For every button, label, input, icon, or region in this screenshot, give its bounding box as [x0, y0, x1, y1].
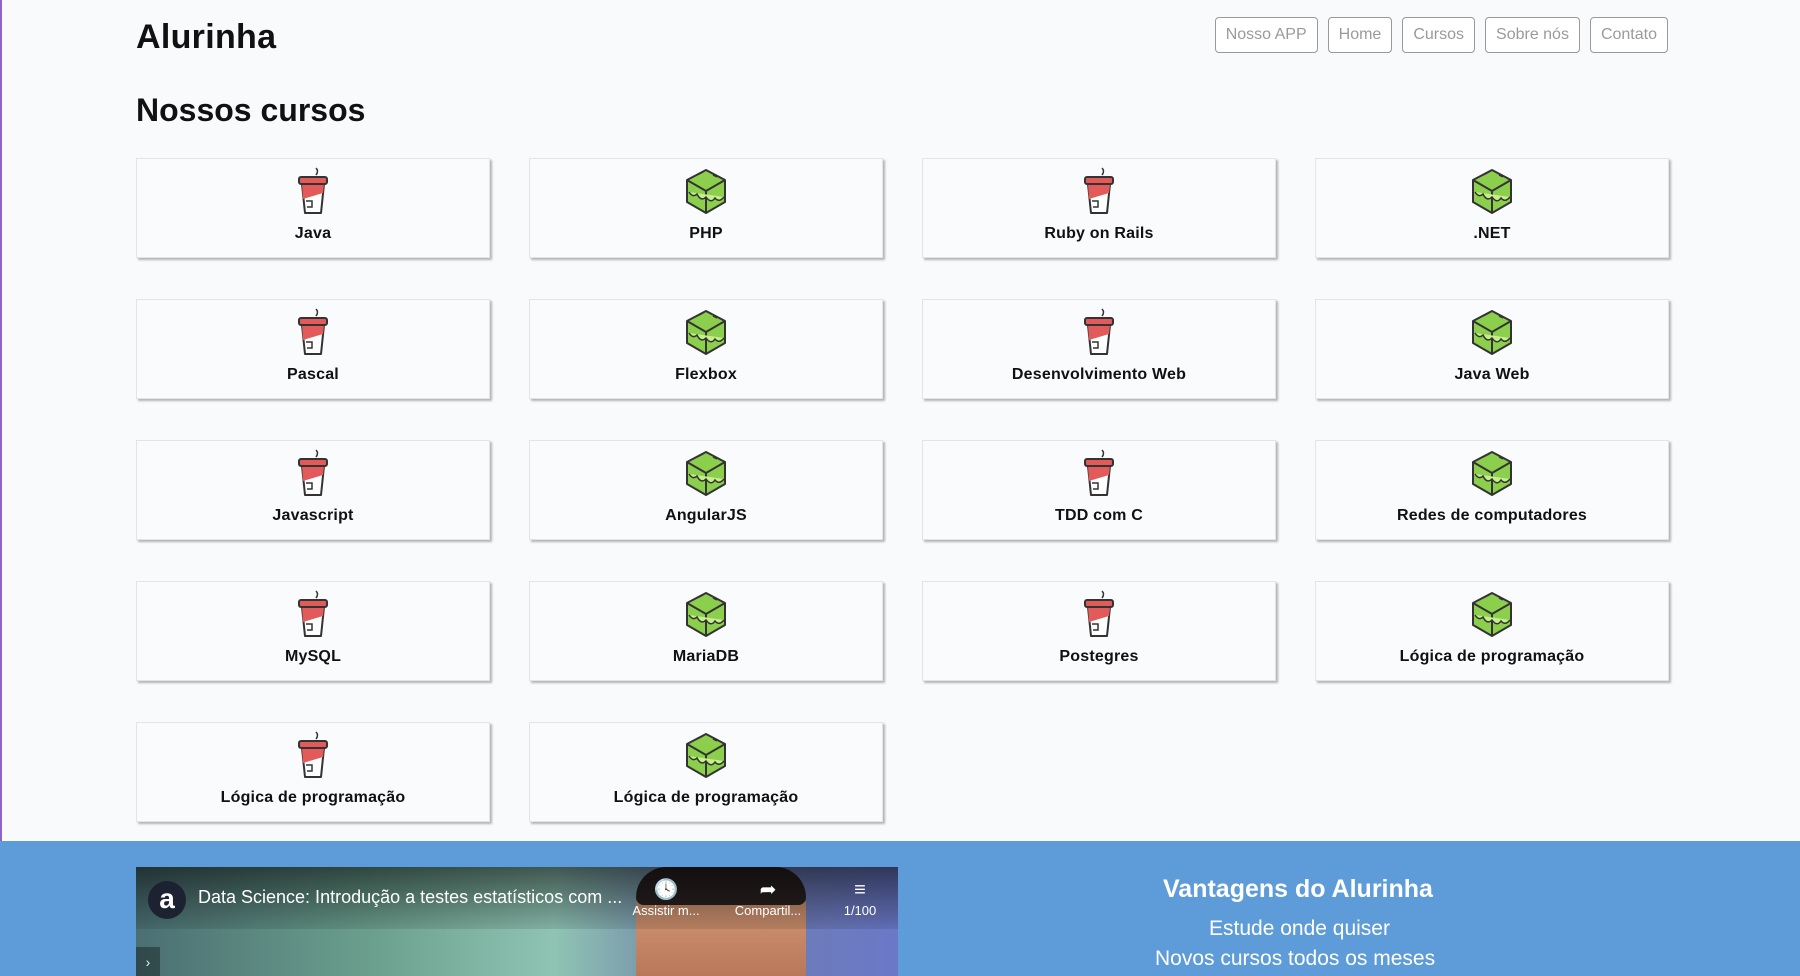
course-card-java[interactable]: Java — [136, 158, 490, 258]
course-label: Lógica de programação — [1399, 648, 1585, 665]
watch-later-label: Assistir m... — [632, 903, 700, 918]
cube-icon — [683, 308, 729, 358]
course-card-flexbox[interactable]: Flexbox — [529, 299, 883, 399]
course-label: Redes de computadores — [1396, 507, 1588, 524]
course-card-mariadb[interactable]: MariaDB — [529, 581, 883, 681]
nav-sobre-nos-button[interactable]: Sobre nós — [1485, 17, 1580, 53]
share-button[interactable]: ➦ Compartil... — [718, 879, 818, 918]
video-title[interactable]: Data Science: Introdução a testes estatí… — [198, 887, 622, 908]
course-card-pascal[interactable]: Pascal — [136, 299, 490, 399]
course-card-net[interactable]: .NET — [1315, 158, 1669, 258]
course-card-tdd-com-c[interactable]: TDD com C — [922, 440, 1276, 540]
cube-icon — [1469, 167, 1515, 217]
cup-icon — [1076, 449, 1122, 499]
course-card-php[interactable]: PHP — [529, 158, 883, 258]
course-card-logica-de-programacao[interactable]: Lógica de programação — [529, 722, 883, 822]
course-label: Flexbox — [675, 366, 737, 383]
chevron-right-icon[interactable]: › — [136, 947, 160, 976]
cup-icon — [1076, 590, 1122, 640]
course-card-postegres[interactable]: Postegres — [922, 581, 1276, 681]
cube-icon — [1469, 449, 1515, 499]
course-label: Java — [294, 225, 332, 242]
cube-icon — [1469, 590, 1515, 640]
cup-icon — [290, 167, 336, 217]
cup-icon — [290, 590, 336, 640]
course-label: PHP — [689, 225, 723, 242]
advantages-section: a Data Science: Introdução a testes esta… — [0, 841, 1800, 976]
playlist-counter: 1/100 — [843, 903, 877, 918]
course-label: Java Web — [1454, 366, 1530, 383]
course-grid: Java PHP Ruby on Rails .NET Pascal Flexb… — [136, 158, 1670, 822]
channel-logo-icon[interactable]: a — [148, 881, 186, 919]
course-label: Lógica de programação — [613, 789, 799, 806]
cup-icon — [1076, 167, 1122, 217]
course-label: Lógica de programação — [220, 789, 406, 806]
nav-home-button[interactable]: Home — [1327, 17, 1393, 53]
course-label: AngularJS — [665, 507, 747, 524]
course-card-logica-de-programacao[interactable]: Lógica de programação — [136, 722, 490, 822]
course-label: Javascript — [272, 507, 354, 524]
cube-icon — [683, 590, 729, 640]
clock-icon: 🕓 — [653, 879, 679, 901]
nav-contato-button[interactable]: Contato — [1589, 17, 1668, 53]
course-label: Ruby on Rails — [1044, 225, 1154, 242]
advantage-item: Estude onde quiser — [1209, 917, 1390, 940]
course-label: Desenvolvimento Web — [1011, 366, 1187, 383]
course-card-java-web[interactable]: Java Web — [1315, 299, 1669, 399]
cube-icon — [683, 167, 729, 217]
cup-icon — [1076, 308, 1122, 358]
share-label: Compartil... — [734, 903, 802, 918]
advantages-title: Vantagens do Alurinha — [1163, 875, 1433, 903]
course-card-desenvolvimento-web[interactable]: Desenvolvimento Web — [922, 299, 1276, 399]
course-label: .NET — [1473, 225, 1511, 242]
cup-icon — [290, 731, 336, 781]
cube-icon — [1469, 308, 1515, 358]
course-label: MySQL — [284, 648, 342, 665]
playlist-icon: ≡ — [854, 879, 866, 901]
course-card-javascript[interactable]: Javascript — [136, 440, 490, 540]
brand-logo[interactable]: Alurinha — [136, 18, 276, 57]
course-card-ruby-on-rails[interactable]: Ruby on Rails — [922, 158, 1276, 258]
section-title: Nossos cursos — [136, 92, 366, 128]
course-label: TDD com C — [1054, 507, 1144, 524]
cube-icon — [683, 731, 729, 781]
left-edge — [0, 0, 2, 976]
site-header: Alurinha Nosso APP Home Cursos Sobre nós… — [136, 14, 1668, 62]
cup-icon — [290, 449, 336, 499]
course-card-redes-de-computadores[interactable]: Redes de computadores — [1315, 440, 1669, 540]
advantage-item: Novos cursos todos os meses — [1155, 947, 1436, 970]
cube-icon — [683, 449, 729, 499]
course-card-mysql[interactable]: MySQL — [136, 581, 490, 681]
video-player[interactable]: a Data Science: Introdução a testes esta… — [136, 867, 898, 976]
watch-later-button[interactable]: 🕓 Assistir m... — [626, 879, 706, 918]
main-nav: Nosso APP Home Cursos Sobre nós Contato — [1214, 17, 1668, 53]
course-label: MariaDB — [672, 648, 740, 665]
course-card-logica-de-programacao[interactable]: Lógica de programação — [1315, 581, 1669, 681]
course-label: Pascal — [287, 366, 339, 383]
nav-nosso-app-button[interactable]: Nosso APP — [1214, 17, 1318, 53]
cup-icon — [290, 308, 336, 358]
course-card-angularjs[interactable]: AngularJS — [529, 440, 883, 540]
nav-cursos-button[interactable]: Cursos — [1402, 17, 1476, 53]
course-label: Postegres — [1059, 648, 1139, 665]
share-arrow-icon: ➦ — [759, 879, 777, 901]
playlist-button[interactable]: ≡ 1/100 — [820, 879, 898, 918]
